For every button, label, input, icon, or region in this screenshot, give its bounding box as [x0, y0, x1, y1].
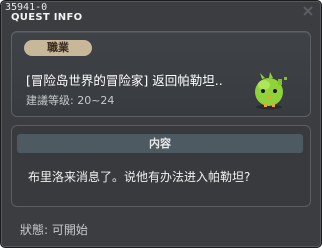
quest-summary-card[interactable]: 職業 [冒险岛世界的冒险家] 返回帕勒坦.. 建議等级: 20~24: [11, 31, 311, 117]
close-icon[interactable]: [301, 4, 315, 18]
quest-name: [冒险岛世界的冒险家] 返回帕勒坦..: [26, 73, 223, 88]
category-badge: 職業: [24, 40, 92, 56]
green-chick-npc-icon: [255, 72, 287, 110]
content-header: 内容: [17, 134, 303, 153]
content-body: 布里洛来消息了。说他有办法进入帕勒坦?: [28, 170, 251, 184]
quest-info-window: 35941-0 QUEST INFO 職業 [冒险岛世界的冒险家] 返回帕勒坦.…: [0, 0, 322, 248]
recommended-level: 建議等级: 20~24: [26, 94, 115, 107]
quest-status: 狀態: 可開始: [20, 223, 88, 237]
content-card: 内容 布里洛来消息了。说他有办法进入帕勒坦?: [11, 125, 311, 207]
window-title: QUEST INFO: [11, 12, 83, 23]
